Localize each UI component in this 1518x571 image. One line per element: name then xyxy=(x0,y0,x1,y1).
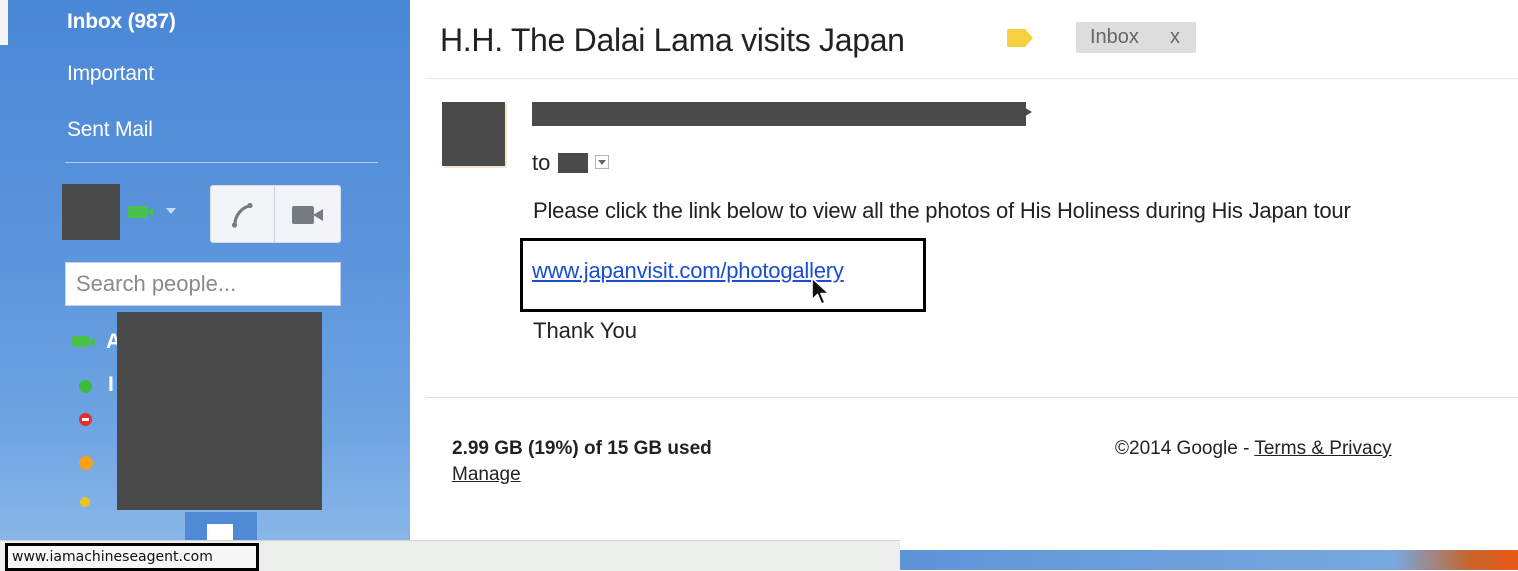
label-chip-text: Inbox xyxy=(1090,26,1139,48)
status-dot-icon xyxy=(80,497,90,507)
divider xyxy=(426,397,1518,398)
remove-label-button[interactable]: x xyxy=(1170,22,1180,53)
video-call-button[interactable] xyxy=(275,186,341,242)
email-view: H.H. The Dalai Lama visits Japan Inbox x… xyxy=(410,0,1518,540)
desktop-background-strip xyxy=(900,550,1518,570)
copyright-text: ©2014 Google - xyxy=(1115,438,1255,459)
email-closing: Thank You xyxy=(533,318,637,343)
recipient-label: to xyxy=(532,150,551,175)
avatar[interactable] xyxy=(62,184,120,240)
search-people-input[interactable] xyxy=(65,262,341,306)
sidebar-item-important[interactable]: Important xyxy=(67,62,154,86)
status-dot-icon xyxy=(79,456,93,470)
sidebar-divider xyxy=(65,162,378,163)
details-dropdown[interactable] xyxy=(595,155,609,169)
sender-avatar[interactable] xyxy=(442,102,505,166)
redacted-recipient xyxy=(558,153,588,173)
sidebar-edge xyxy=(0,0,8,45)
sidebar-item-sent-mail[interactable]: Sent Mail xyxy=(67,118,153,142)
storage-usage: 2.99 GB (19%) of 15 GB used xyxy=(452,438,712,459)
sidebar: Inbox (987) Important Sent Mail A I xyxy=(0,0,410,570)
manage-storage-link[interactable]: Manage xyxy=(452,464,521,486)
label-chip: Inbox x xyxy=(1076,22,1196,53)
status-dot-icon xyxy=(79,413,92,426)
email-link[interactable]: www.japanvisit.com/photogallery xyxy=(532,258,844,284)
divider xyxy=(426,78,1518,79)
contact-name[interactable]: I xyxy=(108,373,114,397)
status-dot-icon xyxy=(79,380,92,393)
redacted-contacts xyxy=(117,312,322,510)
browser-status-bar: www.iamachineseagent.com xyxy=(0,540,900,571)
video-camera-icon xyxy=(128,206,158,218)
email-subject: H.H. The Dalai Lama visits Japan xyxy=(440,22,905,58)
mouse-pointer-icon xyxy=(811,277,830,305)
sender-email-bracket xyxy=(1022,106,1032,118)
terms-privacy-link[interactable]: Terms & Privacy xyxy=(1254,438,1391,459)
redacted-sender xyxy=(532,102,1026,126)
label-tag-icon[interactable] xyxy=(1007,29,1033,47)
chevron-down-icon[interactable] xyxy=(166,208,176,214)
sidebar-item-inbox[interactable]: Inbox (987) xyxy=(67,10,176,34)
call-button-group xyxy=(210,185,341,243)
video-camera-icon xyxy=(292,206,324,224)
status-bar-url: www.iamachineseagent.com xyxy=(5,543,259,571)
email-body-text: Please click the link below to view all … xyxy=(533,198,1351,223)
footer-copyright: ©2014 Google - Terms & Privacy xyxy=(1115,438,1392,460)
sidebar-footer-button[interactable] xyxy=(185,512,257,542)
phone-call-button[interactable] xyxy=(211,186,274,242)
phone-icon xyxy=(231,202,253,228)
video-camera-icon xyxy=(72,336,98,347)
